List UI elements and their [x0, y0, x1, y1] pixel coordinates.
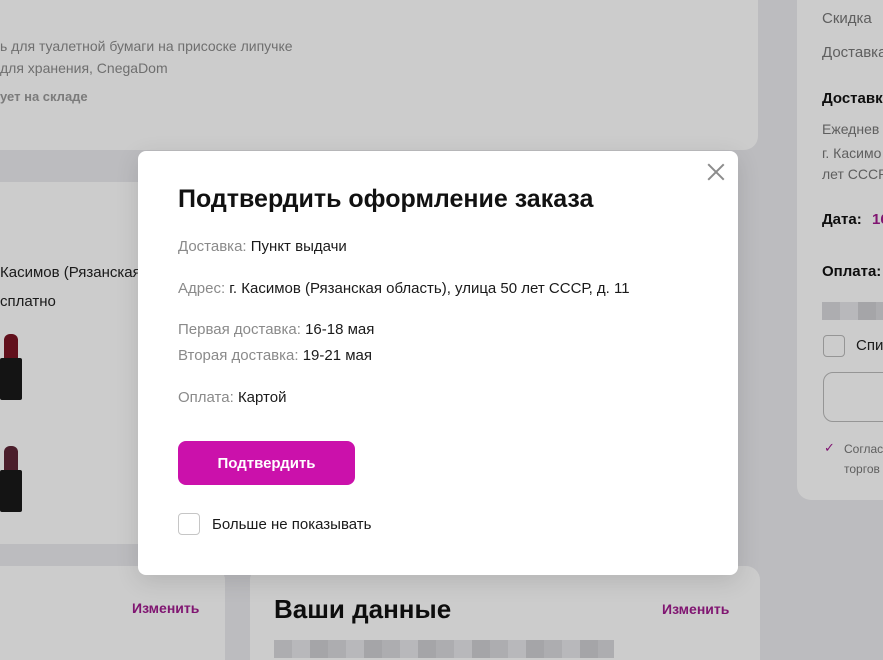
address-label: Адрес: [178, 280, 230, 297]
delivery-type-value: Пункт выдачи [250, 238, 347, 255]
address-row: Адрес: г. Касимов (Рязанская область), у… [178, 280, 630, 297]
first-delivery-value: 16-18 мая [305, 321, 375, 338]
second-delivery-value: 19-21 мая [302, 347, 373, 364]
dont-show-again-option[interactable]: Больше не показывать [178, 513, 371, 535]
payment-label: Оплата: [178, 389, 238, 406]
payment-value: Картой [237, 389, 287, 406]
delivery-type-row: Доставка: Пункт выдачи [178, 238, 347, 255]
first-delivery-row: Первая доставка: 16-18 мая [178, 321, 374, 338]
close-icon[interactable] [707, 163, 725, 181]
address-value: г. Касимов (Рязанская область), улица 50… [229, 280, 630, 297]
first-delivery-label: Первая доставка: [178, 321, 306, 338]
payment-row: Оплата: Картой [178, 389, 286, 406]
dont-show-checkbox[interactable] [178, 513, 200, 535]
dialog-title: Подтвердить оформление заказа [178, 185, 594, 213]
delivery-type-label: Доставка: [178, 238, 251, 255]
second-delivery-label: Вторая доставка: [178, 347, 303, 364]
dont-show-label[interactable]: Больше не показывать [212, 516, 371, 533]
confirm-button[interactable]: Подтвердить [178, 441, 355, 485]
second-delivery-row: Вторая доставка: 19-21 мая [178, 347, 372, 364]
confirm-order-dialog: Подтвердить оформление заказа Доставка: … [138, 151, 738, 575]
